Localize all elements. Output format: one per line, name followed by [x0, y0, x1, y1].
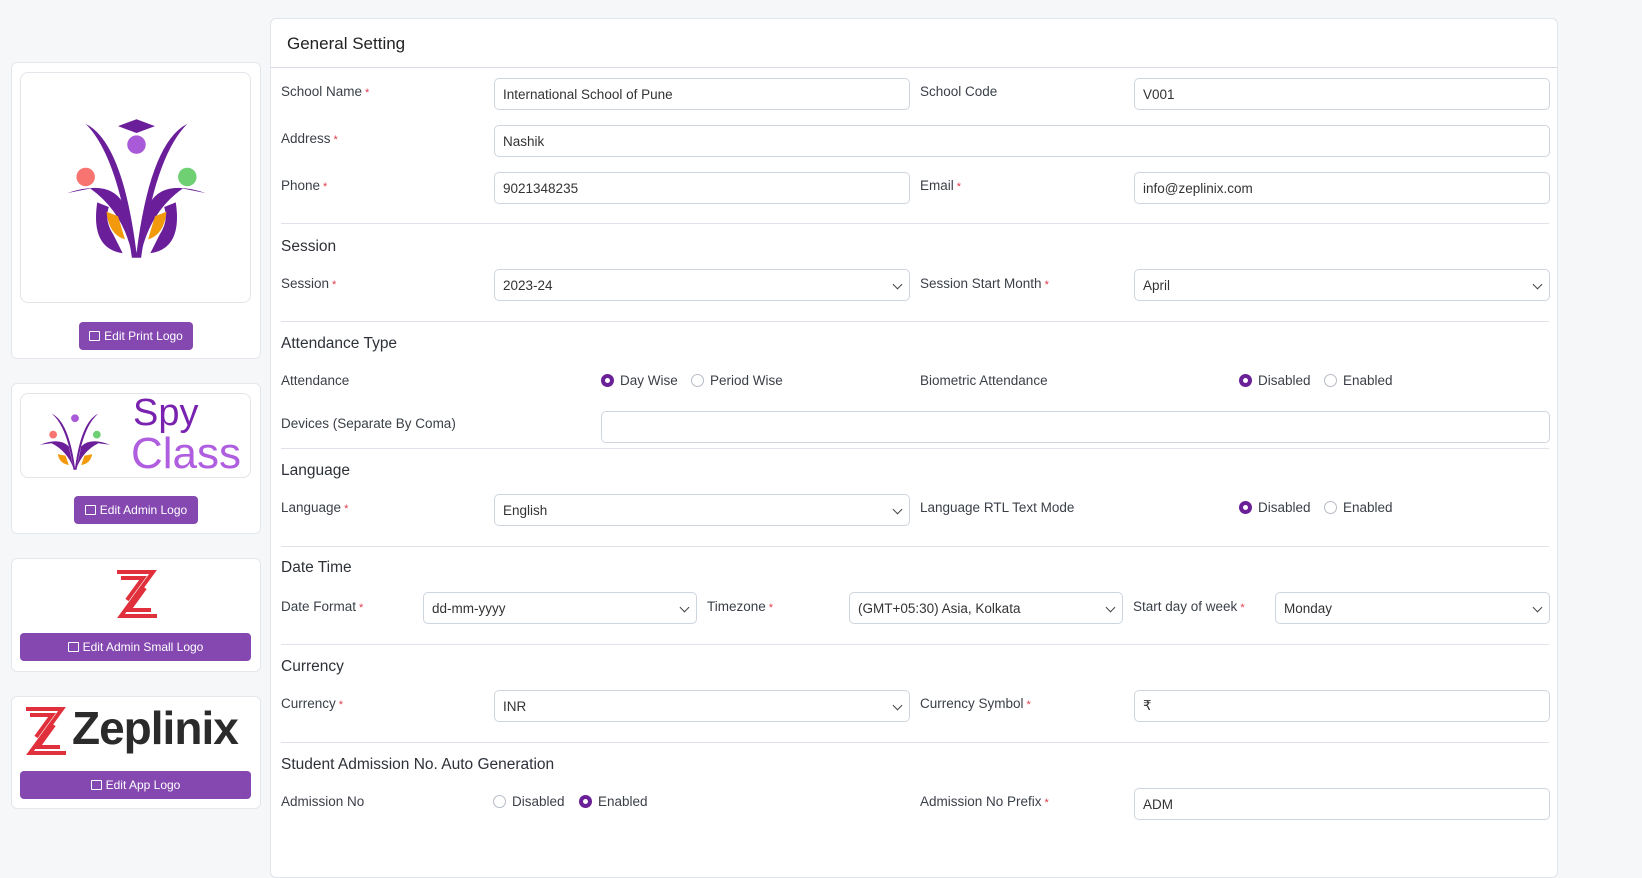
school-logo-icon: [67, 119, 206, 258]
school-name-input[interactable]: International School of Pune: [494, 78, 910, 110]
rtl-mode-label: Language RTL Text Mode: [920, 500, 1075, 515]
radio-rtl-enabled[interactable]: Enabled: [1324, 500, 1393, 515]
biometric-attendance-label: Biometric Attendance: [920, 373, 1048, 388]
phone-label: Phone *: [281, 178, 328, 193]
section-attendance-type: Attendance Type: [281, 335, 398, 352]
app-logo-card: Zeplinix Edit App Logo: [11, 696, 261, 809]
image-icon: [90, 780, 102, 790]
language-label: Language *: [281, 500, 349, 515]
divider: [281, 742, 1549, 743]
devices-label: Devices (Separate By Coma): [281, 416, 456, 431]
admin-logo-card: Spy Class Edit Admin Logo: [11, 383, 261, 534]
radio-biometric-enabled[interactable]: Enabled: [1324, 373, 1393, 388]
section-date-time: Date Time: [281, 559, 352, 576]
email-input[interactable]: info@zeplinix.com: [1134, 172, 1550, 204]
admission-prefix-input[interactable]: ADM: [1134, 788, 1550, 820]
radio-day-wise[interactable]: Day Wise: [601, 373, 678, 388]
divider: [281, 448, 1549, 449]
session-select[interactable]: 2023-24: [494, 269, 910, 301]
radio-unchecked-icon: [1324, 374, 1337, 387]
divider: [271, 67, 1557, 68]
logo-text-class: Class: [131, 429, 242, 478]
address-input[interactable]: Nashik: [494, 125, 1550, 157]
admin-small-logo-card: Edit Admin Small Logo: [11, 558, 261, 672]
divider: [281, 321, 1549, 322]
radio-unchecked-icon: [493, 795, 506, 808]
image-icon: [89, 331, 101, 341]
page-title: General Setting: [287, 34, 406, 53]
divider: [281, 644, 1549, 645]
radio-biometric-disabled[interactable]: Disabled: [1239, 373, 1311, 388]
admin-logo-image: Spy Class: [20, 393, 251, 478]
print-logo-image: [20, 72, 251, 303]
date-format-select[interactable]: dd-mm-yyyy: [423, 592, 697, 624]
radio-unchecked-icon: [1324, 501, 1337, 514]
divider: [281, 546, 1549, 547]
school-logo-icon: [39, 413, 111, 470]
start-day-of-week-label: Start day of week *: [1133, 599, 1245, 614]
edit-print-logo-button[interactable]: Edit Print Logo: [79, 322, 193, 350]
school-name-label: School Name *: [281, 84, 370, 99]
admission-no-label: Admission No: [281, 794, 365, 809]
logo-text-spy: Spy: [133, 393, 199, 434]
radio-unchecked-icon: [691, 374, 704, 387]
currency-symbol-label: Currency Symbol *: [920, 696, 1031, 711]
radio-admission-disabled[interactable]: Disabled: [493, 794, 565, 809]
divider: [281, 223, 1549, 224]
general-setting-card: General Setting School Name * Internation…: [270, 18, 1558, 878]
zeplinix-mark-icon: [26, 707, 66, 755]
edit-admin-small-logo-button[interactable]: Edit Admin Small Logo: [20, 633, 251, 661]
school-code-input[interactable]: V001: [1134, 78, 1550, 110]
radio-admission-enabled[interactable]: Enabled: [579, 794, 648, 809]
section-language: Language: [281, 462, 350, 479]
app-logo-text: Zeplinix: [72, 702, 239, 754]
currency-label: Currency *: [281, 696, 344, 711]
attendance-label: Attendance: [281, 373, 350, 388]
address-label: Address *: [281, 131, 338, 146]
timezone-select[interactable]: (GMT+05:30) Asia, Kolkata: [849, 592, 1123, 624]
print-logo-card: Edit Print Logo: [11, 62, 261, 359]
school-code-label: School Code: [920, 84, 998, 99]
zeplinix-mark-icon: [117, 570, 157, 618]
image-icon: [84, 505, 96, 515]
email-label: Email *: [920, 178, 962, 193]
session-start-month-select[interactable]: April: [1134, 269, 1550, 301]
timezone-label: Timezone *: [707, 599, 774, 614]
phone-input[interactable]: 9021348235: [494, 172, 910, 204]
date-format-label: Date Format *: [281, 599, 364, 614]
radio-checked-icon: [1239, 501, 1252, 514]
section-session: Session: [281, 238, 337, 255]
radio-checked-icon: [601, 374, 614, 387]
language-select[interactable]: English: [494, 494, 910, 526]
image-icon: [67, 642, 79, 652]
section-currency: Currency: [281, 658, 344, 675]
edit-admin-logo-button[interactable]: Edit Admin Logo: [74, 496, 198, 524]
admission-prefix-label: Admission No Prefix *: [920, 794, 1049, 809]
currency-symbol-input[interactable]: ₹: [1134, 690, 1550, 722]
session-label: Session *: [281, 276, 337, 291]
session-start-month-label: Session Start Month *: [920, 276, 1049, 291]
radio-checked-icon: [579, 795, 592, 808]
radio-rtl-disabled[interactable]: Disabled: [1239, 500, 1311, 515]
start-day-of-week-select[interactable]: Monday: [1275, 592, 1550, 624]
devices-input[interactable]: [601, 411, 1550, 443]
radio-checked-icon: [1239, 374, 1252, 387]
section-admission-no: Student Admission No. Auto Generation: [281, 756, 555, 773]
edit-app-logo-button[interactable]: Edit App Logo: [20, 771, 251, 799]
radio-period-wise[interactable]: Period Wise: [691, 373, 783, 388]
currency-select[interactable]: INR: [494, 690, 910, 722]
